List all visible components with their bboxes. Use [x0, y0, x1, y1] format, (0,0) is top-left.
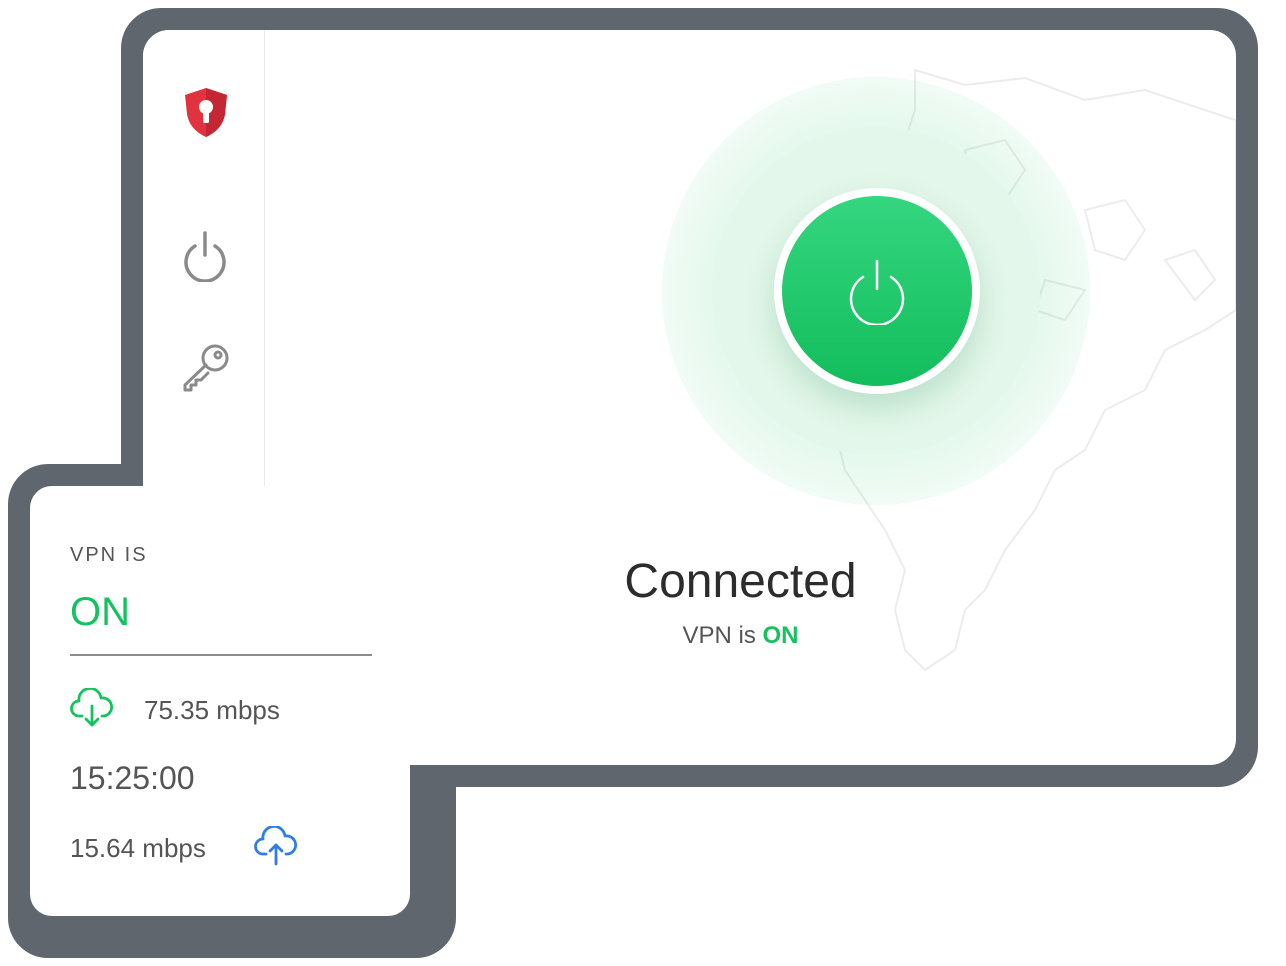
- download-speed: 75.35 mbps: [144, 695, 280, 725]
- key-icon[interactable]: [179, 343, 233, 393]
- status-subtitle-state: ON: [762, 622, 799, 649]
- cloud-download-icon: [70, 688, 113, 727]
- upload-speed: 15.64 mbps: [70, 833, 206, 863]
- card-label: VPN IS: [70, 544, 148, 566]
- status-subtitle-prefix: VPN is: [682, 622, 763, 649]
- vpn-stats-card: VPN IS ON 75.35 mbps 15:25:00 15.64 mbps: [30, 486, 410, 916]
- main-panel: Connected VPN is ON: [265, 30, 1236, 765]
- power-button-face: [782, 196, 972, 386]
- power-icon: [849, 259, 905, 325]
- card-vpn-state: ON: [70, 590, 130, 634]
- cloud-upload-icon: [254, 826, 297, 866]
- card-divider: [70, 654, 372, 656]
- connection-duration: 15:25:00: [70, 760, 195, 796]
- connect-power-button[interactable]: [774, 188, 980, 394]
- power-icon[interactable]: [181, 230, 229, 282]
- shield-keyhole-icon: [185, 88, 227, 137]
